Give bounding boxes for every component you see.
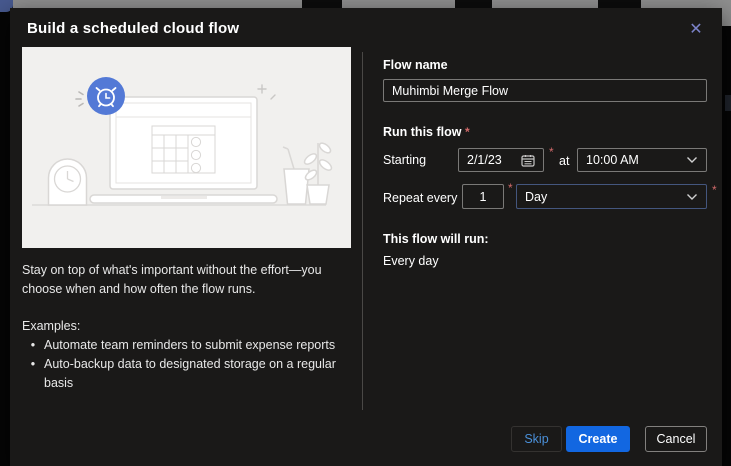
- background-card-fragment: [302, 0, 342, 8]
- starting-label: Starting: [383, 153, 426, 167]
- repeat-interval-input[interactable]: [463, 190, 503, 204]
- desk-clock-icon: [49, 159, 87, 205]
- at-label: at: [559, 154, 569, 168]
- scheduled-flow-illustration: [22, 47, 351, 248]
- example-text: Auto-backup data to designated storage o…: [44, 355, 364, 393]
- example-item: Automate team reminders to submit expens…: [22, 336, 364, 355]
- chevron-down-icon: [686, 193, 698, 201]
- calendar-icon: [521, 154, 535, 167]
- alarm-clock-icon: [87, 77, 125, 115]
- calendar-grid-icon: [152, 126, 215, 173]
- repeat-interval-field: [462, 184, 504, 209]
- start-time-value: 10:00 AM: [586, 153, 639, 167]
- flow-name-label: Flow name: [383, 58, 448, 72]
- examples-heading: Examples:: [22, 317, 364, 336]
- required-marker: *: [465, 125, 470, 139]
- dialog-title: Build a scheduled cloud flow: [27, 20, 239, 37]
- required-marker: *: [508, 181, 513, 195]
- close-icon[interactable]: ✕: [682, 17, 710, 43]
- drink-cup-icon: [283, 147, 309, 204]
- vertical-divider: [362, 52, 363, 410]
- sparkle-icon: [258, 85, 275, 99]
- required-marker: *: [549, 145, 554, 159]
- start-date-value: 2/1/23: [467, 153, 502, 167]
- background-card-fragment: [455, 0, 492, 8]
- flow-run-summary-text: Every day: [383, 254, 439, 268]
- repeat-unit-dropdown[interactable]: Day: [516, 184, 707, 209]
- sparkle-icon: [76, 92, 83, 106]
- repeat-every-label: Repeat every: [383, 191, 457, 205]
- start-date-picker[interactable]: 2/1/23: [458, 148, 544, 172]
- skip-button[interactable]: Skip: [511, 426, 562, 452]
- background-card-fragment: [598, 0, 641, 8]
- example-text: Automate team reminders to submit expens…: [44, 336, 335, 355]
- background-card-fragment: [725, 95, 731, 111]
- background-page-strip: [722, 0, 731, 26]
- create-button[interactable]: Create: [566, 426, 630, 452]
- repeat-unit-value: Day: [525, 190, 547, 204]
- flow-run-summary-heading: This flow will run:: [383, 232, 489, 246]
- run-this-flow-label: Run this flow *: [383, 125, 470, 139]
- scheduled-flow-dialog: Build a scheduled cloud flow ✕: [10, 8, 722, 466]
- example-item: Auto-backup data to designated storage o…: [22, 355, 364, 393]
- required-marker: *: [712, 183, 717, 197]
- cancel-button[interactable]: Cancel: [645, 426, 707, 452]
- illustration-graphic: [22, 47, 351, 248]
- flow-name-input[interactable]: [383, 79, 707, 102]
- chevron-down-icon: [686, 156, 698, 164]
- start-time-dropdown[interactable]: 10:00 AM: [577, 148, 707, 172]
- description-intro: Stay on top of what's important without …: [22, 261, 364, 299]
- dialog-description: Stay on top of what's important without …: [22, 261, 364, 393]
